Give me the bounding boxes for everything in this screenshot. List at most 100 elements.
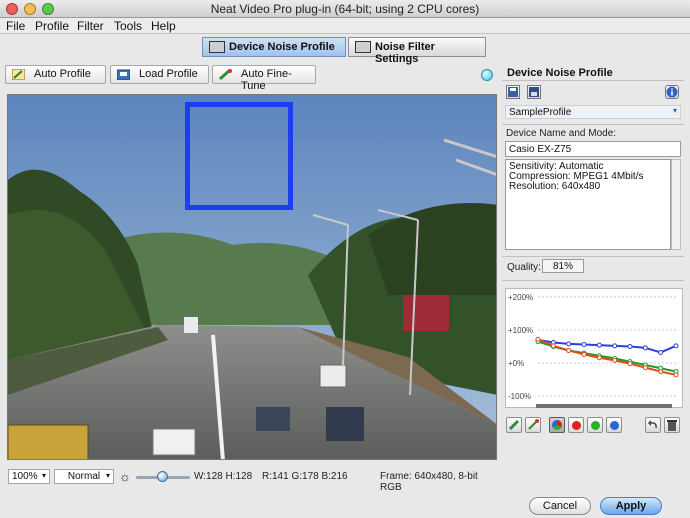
noise-curve-point[interactable] bbox=[673, 343, 679, 349]
noise-curve-point[interactable] bbox=[581, 342, 587, 348]
menu-help[interactable]: Help bbox=[151, 19, 176, 33]
graph-tick-label: +200% bbox=[508, 293, 533, 302]
undo-button[interactable] bbox=[645, 417, 661, 433]
menu-filter[interactable]: Filter bbox=[77, 19, 104, 33]
noise-curve-point[interactable] bbox=[550, 343, 556, 349]
folder-open-icon bbox=[117, 69, 130, 80]
noise-curve-point[interactable] bbox=[642, 365, 648, 371]
divider bbox=[502, 80, 684, 81]
noise-sample-selection[interactable] bbox=[185, 102, 293, 210]
auto-fine-tune-button[interactable]: Auto Fine-Tune bbox=[212, 65, 316, 92]
device-name-value: Casio EX-Z75 bbox=[509, 144, 572, 155]
divider bbox=[502, 124, 684, 125]
noise-curve-point[interactable] bbox=[566, 347, 572, 353]
brightness-icon: ☼ bbox=[119, 469, 131, 484]
graph-tick-label: -100% bbox=[508, 392, 531, 401]
rgb-wheel-icon bbox=[552, 420, 562, 430]
selection-size-info: W:128 H:128 bbox=[194, 471, 253, 482]
pencil-icon bbox=[508, 419, 520, 431]
pixel-rgb-info: R:141 G:178 B:216 bbox=[262, 471, 348, 482]
filter-icon bbox=[355, 41, 371, 53]
chevron-down-icon: ▾ bbox=[41, 471, 46, 480]
noise-curve-point[interactable] bbox=[566, 341, 572, 347]
noise-curve-point[interactable] bbox=[612, 357, 618, 363]
wand-icon bbox=[12, 69, 25, 80]
blue-channel-icon bbox=[610, 421, 619, 430]
cancel-button[interactable]: Cancel bbox=[529, 497, 591, 515]
noise-curve[interactable] bbox=[537, 338, 677, 354]
noise-level-graph: +200% +100% +0% -100% bbox=[505, 288, 683, 408]
noise-curve-point[interactable] bbox=[596, 355, 602, 361]
auto-fine-tune-label: Auto Fine-Tune bbox=[241, 68, 292, 92]
detail-resolution: Resolution: 640x480 bbox=[509, 181, 601, 192]
red-channel-icon bbox=[572, 421, 581, 430]
load-profile-button[interactable]: Load Profile bbox=[110, 65, 209, 84]
device-details-box: Sensitivity: Automatic Compression: MPEG… bbox=[505, 159, 671, 250]
view-mode-value: Normal bbox=[67, 471, 101, 482]
channel-green-button[interactable] bbox=[587, 417, 603, 433]
zoom-select[interactable]: 100% ▾ bbox=[8, 469, 50, 484]
undo-icon bbox=[648, 420, 657, 429]
status-indicator-icon bbox=[481, 69, 493, 81]
device-name-field[interactable]: Casio EX-Z75 bbox=[505, 141, 681, 157]
brightness-slider-thumb[interactable] bbox=[157, 471, 168, 482]
device-label: Device Name and Mode: bbox=[506, 128, 617, 139]
auto-profile-label: Auto Profile bbox=[34, 68, 91, 80]
auto-profile-button[interactable]: Auto Profile bbox=[5, 65, 106, 84]
adjust-curve-button[interactable] bbox=[525, 417, 541, 433]
tune-icon bbox=[219, 69, 232, 80]
noise-curve-point[interactable] bbox=[535, 336, 541, 342]
chevron-down-icon: ▾ bbox=[672, 106, 677, 115]
apply-button[interactable]: Apply bbox=[600, 497, 662, 515]
zoom-value: 100% bbox=[12, 471, 38, 482]
menu-profile[interactable]: Profile bbox=[35, 19, 69, 33]
channel-all-button[interactable] bbox=[549, 417, 565, 433]
load-profile-label: Load Profile bbox=[139, 68, 198, 80]
edit-curve-button[interactable] bbox=[506, 417, 522, 433]
panel-title: Device Noise Profile bbox=[507, 67, 613, 79]
tab-bar: Device Noise Profile Noise Filter Settin… bbox=[0, 34, 690, 65]
channel-blue-button[interactable] bbox=[606, 417, 622, 433]
tab-device-noise-profile[interactable]: Device Noise Profile bbox=[202, 37, 346, 57]
frequency-scale-bar bbox=[536, 404, 672, 408]
channel-red-button[interactable] bbox=[568, 417, 584, 433]
graph-tick-label: +0% bbox=[508, 359, 524, 368]
tab-label: Device Noise Profile bbox=[229, 41, 335, 53]
info-icon bbox=[666, 86, 678, 98]
floppy-icon bbox=[529, 87, 539, 97]
quality-value: 81% bbox=[542, 259, 584, 273]
delete-button[interactable] bbox=[664, 417, 680, 433]
noise-curve-point[interactable] bbox=[581, 351, 587, 357]
load-profile-small-button[interactable] bbox=[527, 85, 541, 99]
noise-curve-point[interactable] bbox=[627, 344, 633, 349]
noise-curve-point[interactable] bbox=[658, 369, 664, 375]
profile-select[interactable]: SampleProfile ▾ bbox=[505, 105, 681, 119]
preview-status-bar: 100% ▾ Normal ▾ ☼ W:128 H:128 R:141 G:17… bbox=[0, 467, 500, 493]
noise-curve-point[interactable] bbox=[642, 345, 648, 351]
view-mode-select[interactable]: Normal ▾ bbox=[54, 469, 114, 484]
divider bbox=[502, 280, 684, 281]
save-icon bbox=[508, 87, 518, 97]
noise-curve-point[interactable] bbox=[627, 361, 633, 367]
info-button[interactable] bbox=[665, 85, 679, 99]
chevron-down-icon: ▾ bbox=[105, 471, 110, 480]
noise-curve-point[interactable] bbox=[612, 343, 618, 349]
save-profile-button[interactable] bbox=[506, 85, 520, 99]
noise-curve-point[interactable] bbox=[596, 342, 602, 348]
camera-icon bbox=[209, 41, 225, 53]
frame-info: Frame: 640x480, 8-bit RGB bbox=[380, 471, 478, 493]
tab-noise-filter-settings[interactable]: Noise Filter Settings bbox=[348, 37, 486, 65]
details-scrollbar[interactable] bbox=[671, 159, 681, 250]
green-channel-icon bbox=[591, 421, 600, 430]
noise-curve-point[interactable] bbox=[658, 349, 664, 355]
quality-label: Quality: bbox=[507, 262, 541, 273]
graph-tick-label: +100% bbox=[508, 326, 533, 335]
divider bbox=[502, 256, 684, 257]
noise-curve-point[interactable] bbox=[673, 372, 679, 378]
tab-label: Noise Filter Settings bbox=[375, 41, 435, 65]
trash-icon bbox=[667, 420, 677, 431]
video-preview[interactable] bbox=[7, 94, 497, 460]
profile-name: SampleProfile bbox=[509, 107, 572, 118]
menu-tools[interactable]: Tools bbox=[114, 19, 142, 33]
menu-file[interactable]: File bbox=[6, 19, 25, 33]
